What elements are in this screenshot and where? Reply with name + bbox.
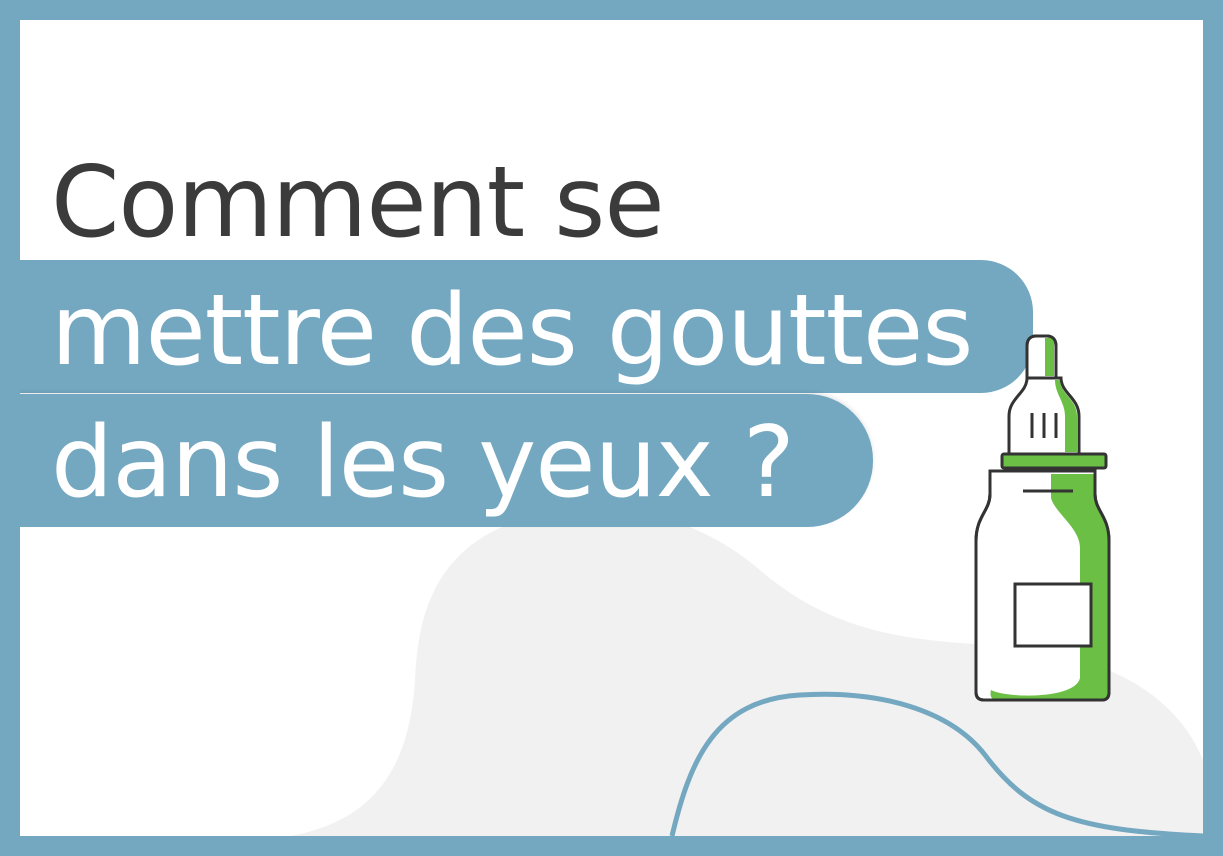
eye-drop-bottle-icon xyxy=(974,334,1111,702)
bottle-nozzle-green xyxy=(1045,338,1055,376)
title-line-2: mettre des gouttes xyxy=(51,274,973,388)
title-line-3: dans les yeux ? xyxy=(51,406,795,520)
poster-frame: Comment se mettre des gouttes dans les y… xyxy=(0,0,1223,856)
bottle-label xyxy=(1013,582,1093,648)
bottle-neck-ring xyxy=(1000,452,1108,470)
title-line-1: Comment se xyxy=(51,146,665,260)
